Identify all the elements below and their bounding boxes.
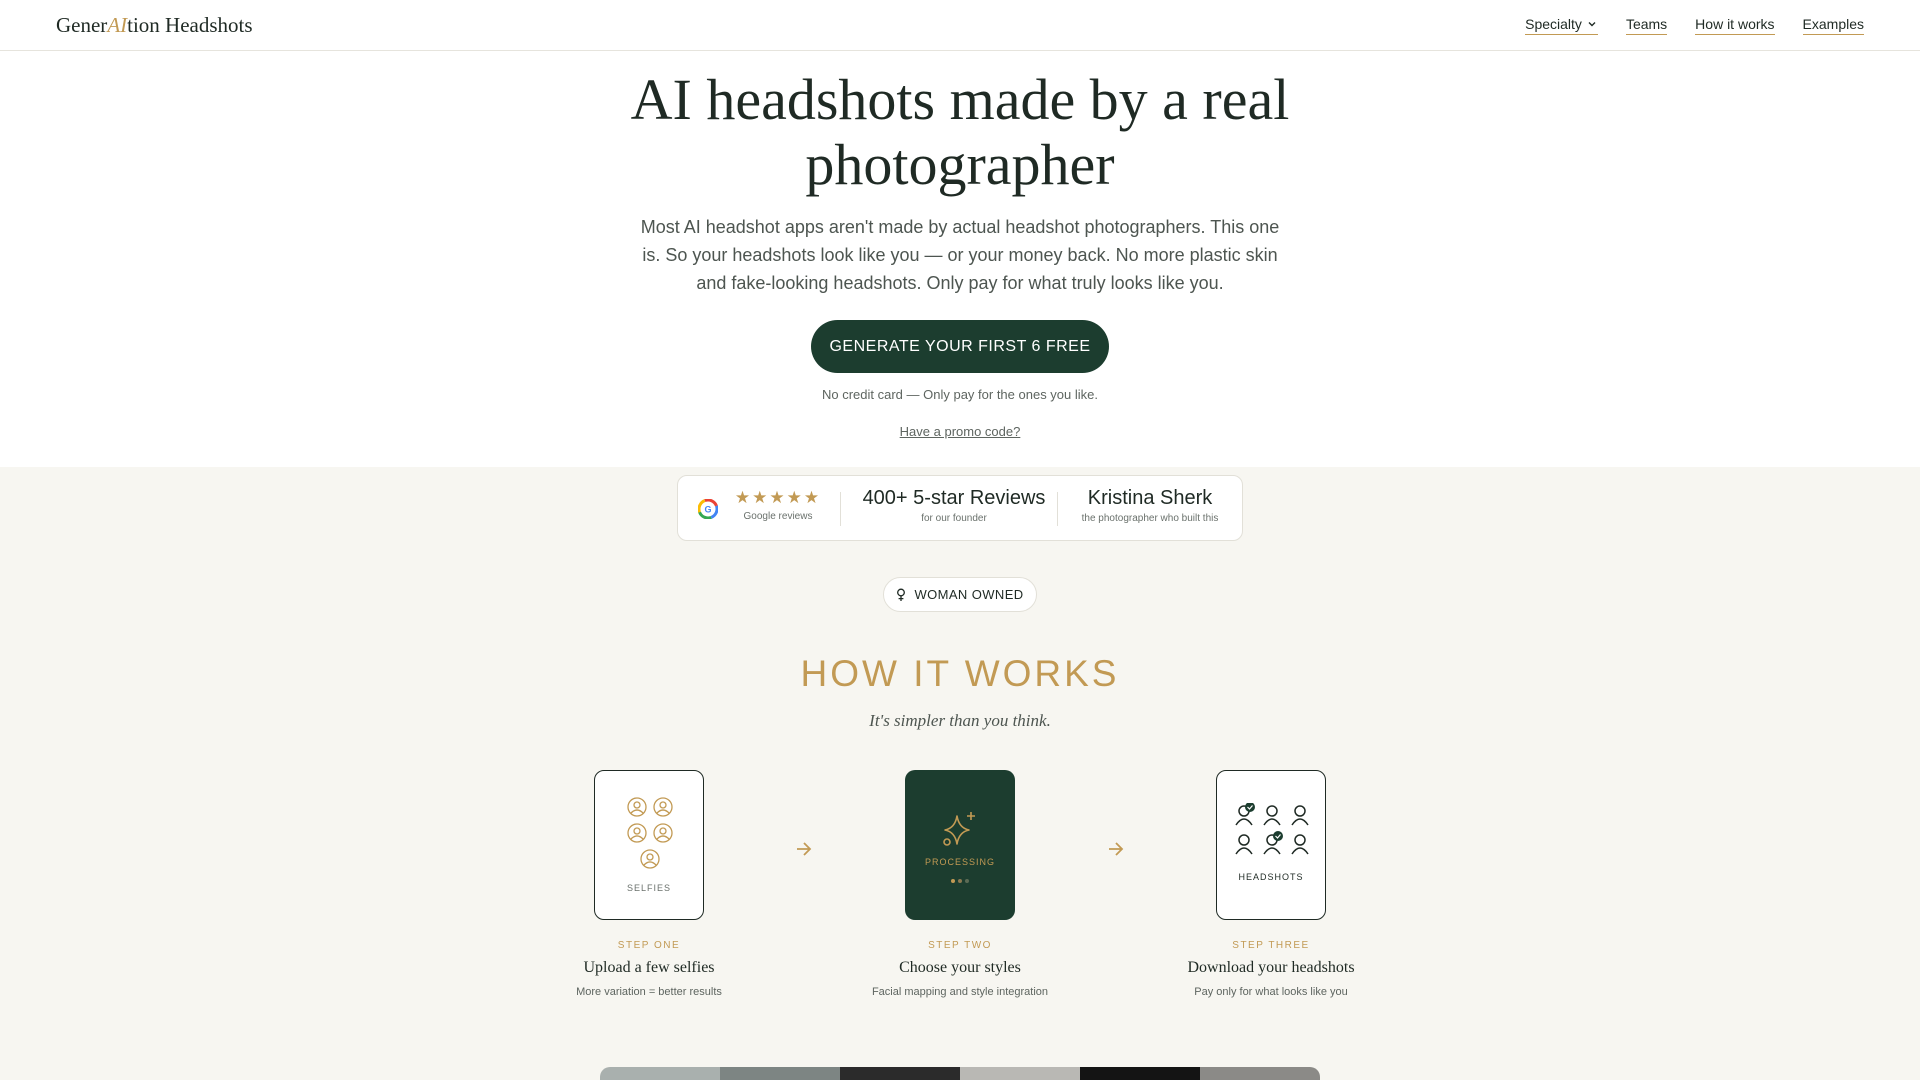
badge-label: WOMAN OWNED <box>914 587 1024 602</box>
step-description: Facial mapping and style integration <box>871 986 1049 998</box>
site-logo[interactable]: GenerAItion Headshots <box>56 13 253 38</box>
founder-block: Kristina Sherk the photographer who buil… <box>1064 486 1236 524</box>
site-header: GenerAItion Headshots Specialty Teams Ho… <box>0 0 1920 51</box>
nav-specialty[interactable]: Specialty <box>1525 16 1598 35</box>
loading-dots-icon <box>951 879 969 883</box>
founder-name: Kristina Sherk <box>1087 487 1213 509</box>
founder-caption: the photographer who built this <box>1081 513 1219 524</box>
headshot-photo <box>1200 1067 1320 1080</box>
step-number: STEP THREE <box>1232 940 1310 951</box>
logo-text-end: tion Headshots <box>127 13 253 37</box>
selfies-card: SELFIES <box>594 770 704 920</box>
divider <box>840 492 841 526</box>
reviews-bar: G ★★★★★ Google reviews 400+ 5-star Revie… <box>677 475 1243 541</box>
logo-text-start: Gener <box>56 13 108 37</box>
headshots-icon <box>1235 803 1309 855</box>
selfies-card-label: SELFIES <box>626 883 671 893</box>
divider <box>1057 492 1058 526</box>
hero-section: AI headshots made by a real photographer… <box>0 51 1920 467</box>
chevron-down-icon <box>1588 22 1596 27</box>
headshots-card: HEADSHOTS <box>1216 770 1326 920</box>
step-one: STEP ONE Upload a few selfies More varia… <box>529 940 769 998</box>
female-symbol-icon <box>897 588 906 601</box>
headshot-photo <box>960 1067 1080 1080</box>
hero-subtitle: Most AI headshot apps aren't made by act… <box>640 217 1280 293</box>
headshot-photo <box>1080 1067 1200 1080</box>
step-title: Choose your styles <box>899 959 1021 976</box>
step-number: STEP ONE <box>617 940 681 951</box>
hero-title: AI headshots made by a real photographer <box>630 67 1290 197</box>
google-rating: ★★★★★ Google reviews <box>730 488 826 522</box>
woman-owned-badge: WOMAN OWNED <box>883 577 1037 612</box>
processing-card: PROCESSING <box>905 770 1015 920</box>
step-description: Pay only for what looks like you <box>1194 986 1348 998</box>
main-nav: Specialty Teams How it works Examples <box>1525 16 1864 35</box>
arrow-right-icon <box>1109 842 1124 856</box>
step-number: STEP TWO <box>928 940 992 951</box>
step-title: Download your headshots <box>1187 959 1355 976</box>
review-count-caption: for our founder <box>921 513 987 524</box>
nav-specialty-label: Specialty <box>1525 16 1582 32</box>
google-reviews-caption: Google reviews <box>743 511 813 522</box>
headshot-photo <box>720 1067 840 1080</box>
headshots-card-label: HEADSHOTS <box>1238 872 1304 882</box>
review-count-block: 400+ 5-star Reviews for our founder <box>850 486 1058 524</box>
svg-text:G: G <box>704 505 711 515</box>
headshot-photo-strip <box>600 1067 1320 1080</box>
sparkle-icon <box>943 812 975 846</box>
step-title: Upload a few selfies <box>583 959 715 976</box>
logo-text-ai: AI <box>107 13 128 37</box>
nav-examples[interactable]: Examples <box>1802 16 1864 35</box>
nav-teams[interactable]: Teams <box>1625 16 1668 35</box>
headshot-photo <box>600 1067 720 1080</box>
processing-card-label: PROCESSING <box>924 857 995 867</box>
no-credit-card-note: No credit card — Only pay for the ones y… <box>821 387 1098 402</box>
google-icon: G <box>698 499 718 519</box>
promo-code-link[interactable]: Have a promo code? <box>860 424 1060 439</box>
step-three: STEP THREE Download your headshots Pay o… <box>1151 940 1391 998</box>
generate-free-button[interactable]: GENERATE YOUR FIRST 6 FREE <box>811 320 1109 373</box>
arrow-right-icon <box>797 842 812 856</box>
headshot-photo <box>840 1067 960 1080</box>
step-two: STEP TWO Choose your styles Facial mappi… <box>840 940 1080 998</box>
step-description: More variation = better results <box>576 986 722 998</box>
nav-how-it-works[interactable]: How it works <box>1695 16 1775 35</box>
selfies-icon <box>627 797 673 869</box>
how-it-works-title: HOW IT WORKS <box>800 653 1120 694</box>
review-count-title: 400+ 5-star Reviews <box>862 487 1046 509</box>
how-it-works-subtitle: It's simpler than you think. <box>869 711 1051 730</box>
star-rating-icon: ★★★★★ <box>734 488 822 507</box>
